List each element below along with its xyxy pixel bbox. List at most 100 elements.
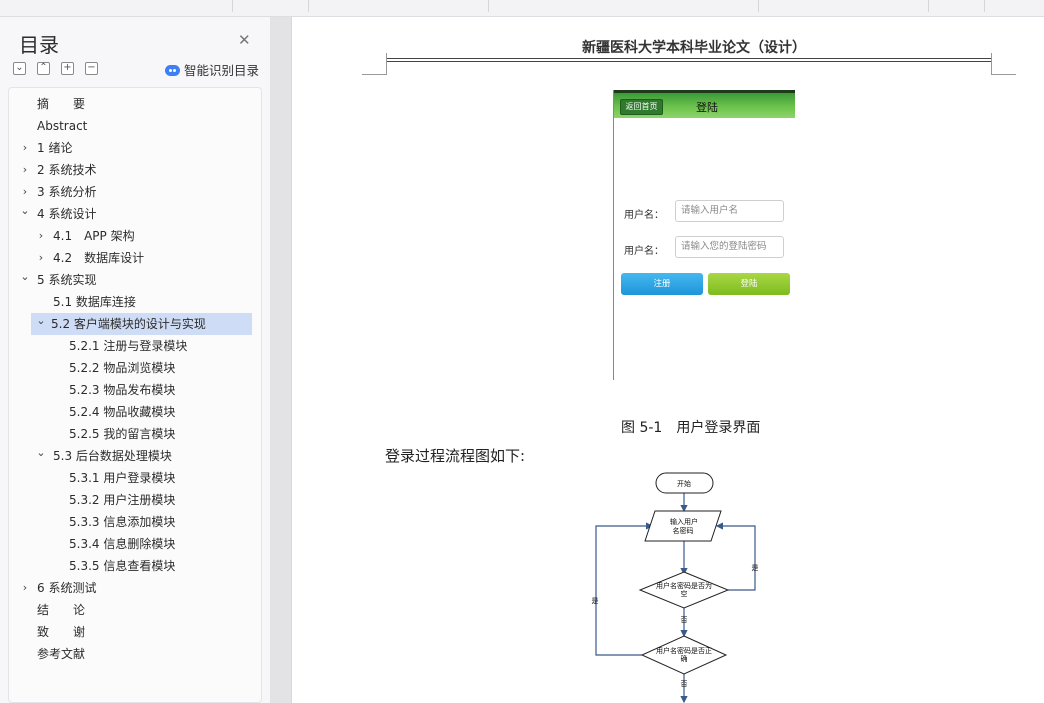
page-corner-mark <box>386 53 387 75</box>
chevron-right-icon[interactable]: › <box>35 247 47 269</box>
toc-item[interactable]: 致 谢 <box>19 621 249 643</box>
chevron-down-icon[interactable]: ⌄ <box>35 442 47 464</box>
page-corner-mark <box>991 53 992 75</box>
toc-item-label: 5.3.3 信息添加模块 <box>69 515 176 529</box>
toc-item-label: 2 系统技术 <box>37 163 97 177</box>
password-label: 用户名： <box>624 246 664 257</box>
toc-item[interactable]: 5.3.5 信息查看模块 <box>51 555 249 577</box>
toc-item-label: 4 系统设计 <box>37 207 97 221</box>
toc-item[interactable]: 5.3.3 信息添加模块 <box>51 511 249 533</box>
toc-item-label: 5.2.4 物品收藏模块 <box>69 405 176 419</box>
username-field: 请输入用户名 <box>675 200 784 222</box>
toc-list: 摘 要 Abstract › 1 绪论 › 2 系统技术 › 3 系统分析 ⌄ 4 系统设计 › 4.… <box>8 87 262 703</box>
flow-input-text: 输入用户 <box>670 517 698 526</box>
toc-item[interactable]: 5.2.3 物品发布模块 <box>51 379 249 401</box>
flow-yes-label: 是 <box>752 564 759 572</box>
chevron-right-icon[interactable]: › <box>19 137 31 159</box>
toc-item[interactable]: › 3 系统分析 <box>19 181 249 203</box>
toc-item[interactable]: 5.3.4 信息删除模块 <box>51 533 249 555</box>
toc-item[interactable]: › 6 系统测试 <box>19 577 249 599</box>
document-area: 新疆医科大学本科毕业论文（设计） 返回首页 登陆 用户名： 请输入用户名 用户名… <box>270 17 1044 703</box>
toc-item[interactable]: 5.1 数据库连接 <box>35 291 249 313</box>
phone-title: 登陆 <box>696 101 718 114</box>
flow-decision-text: 用户名密码是否正 <box>656 646 712 655</box>
toc-item-label: 摘 要 <box>37 97 86 111</box>
toc-item[interactable]: ⌄ 5.2 客户端模块的设计与实现 <box>31 313 252 335</box>
flow-start-text: 开始 <box>677 479 691 488</box>
body-paragraph: 登录过程流程图如下: <box>385 447 526 465</box>
toc-item-label: 4.2 数据库设计 <box>53 251 145 265</box>
password-field: 请输入您的登陆密码 <box>675 236 784 258</box>
toc-title: 目录 <box>19 33 59 57</box>
toc-item[interactable]: › 1 绪论 <box>19 137 249 159</box>
flow-input-node <box>644 510 722 542</box>
flow-no-label: 否 <box>681 616 688 624</box>
toc-item-label: Abstract <box>37 119 88 133</box>
toc-item[interactable]: 5.3.2 用户注册模块 <box>51 489 249 511</box>
flow-no-label: 否 <box>681 680 688 688</box>
toc-item[interactable]: ⌄ 5 系统实现 <box>19 269 249 291</box>
toc-item-label: 5.2.2 物品浏览模块 <box>69 361 176 375</box>
toc-item-label: 5.3.4 信息删除模块 <box>69 537 176 551</box>
toolbar-separator <box>758 0 759 12</box>
login-screenshot-figure: 返回首页 登陆 用户名： 请输入用户名 用户名： 请输入您的登陆密码 注册 登陆 <box>613 90 795 380</box>
plus-icon[interactable]: + <box>61 62 74 75</box>
toc-item[interactable]: › 4.1 APP 架构 <box>35 225 249 247</box>
toc-item-label: 3 系统分析 <box>37 185 97 199</box>
toc-item[interactable]: Abstract <box>19 115 249 137</box>
robot-icon <box>165 65 180 76</box>
chevron-up-icon[interactable]: ⌃ <box>37 62 50 75</box>
chevron-right-icon[interactable]: › <box>35 225 47 247</box>
toc-item-label: 5.3.1 用户登录模块 <box>69 471 176 485</box>
username-label: 用户名： <box>624 210 664 221</box>
chevron-down-icon[interactable]: ⌄ <box>19 200 31 222</box>
page-corner-mark <box>991 74 1016 75</box>
header-rule <box>387 58 991 59</box>
toc-item-label: 参考文献 <box>37 647 86 661</box>
register-button: 注册 <box>621 273 703 295</box>
toc-item[interactable]: 摘 要 <box>19 93 249 115</box>
document-page: 新疆医科大学本科毕业论文（设计） 返回首页 登陆 用户名： 请输入用户名 用户名… <box>291 17 1044 703</box>
toc-item[interactable]: 5.2.4 物品收藏模块 <box>51 401 249 423</box>
toc-item-label: 4.1 APP 架构 <box>53 229 135 243</box>
toc-item[interactable]: 结 论 <box>19 599 249 621</box>
toc-item[interactable]: 5.3.1 用户登录模块 <box>51 467 249 489</box>
flow-decision-text: 空 <box>681 589 688 598</box>
running-header: 新疆医科大学本科毕业论文（设计） <box>582 40 806 56</box>
chevron-right-icon[interactable]: › <box>19 159 31 181</box>
toolbar-separator <box>928 0 929 12</box>
toc-item[interactable]: 5.2.2 物品浏览模块 <box>51 357 249 379</box>
toc-item-label: 5.1 数据库连接 <box>53 295 136 309</box>
minus-icon[interactable]: − <box>85 62 98 75</box>
toc-item[interactable]: 参考文献 <box>19 643 249 665</box>
toc-item[interactable]: ⌄ 4 系统设计 <box>19 203 249 225</box>
toc-item-label: 5.3.5 信息查看模块 <box>69 559 176 573</box>
toc-item-label: 致 谢 <box>37 625 86 639</box>
back-home-button: 返回首页 <box>620 99 663 115</box>
figure-caption: 图 5-1 用户登录界面 <box>621 420 761 436</box>
toc-item[interactable]: 5.2.5 我的留言模块 <box>51 423 249 445</box>
toolbar-separator <box>308 0 309 12</box>
flow-yes-label: 是 <box>592 597 599 605</box>
chevron-down-icon[interactable]: ⌄ <box>19 266 31 288</box>
close-icon[interactable]: ✕ <box>238 31 251 49</box>
toolbar-separator <box>488 0 489 12</box>
toc-item-label: 5.2.1 注册与登录模块 <box>69 339 188 353</box>
flow-input-text: 名密码 <box>673 526 694 535</box>
toc-item[interactable]: 5.2.1 注册与登录模块 <box>51 335 249 357</box>
smart-toc-label: 智能识别目录 <box>184 63 260 78</box>
toc-panel: 目录 ✕ ⌄ ⌃ + − 智能识别目录 摘 要 Abstract › 1 绪论 › 2 系… <box>0 17 270 703</box>
toc-item[interactable]: › 2 系统技术 <box>19 159 249 181</box>
login-flowchart: 开始 输入用户 名密码 用户名密码是否为 空 用户名密码是否正 确 是 是 否 … <box>592 472 759 703</box>
toc-item-label: 6 系统测试 <box>37 581 97 595</box>
flow-arrow <box>715 522 756 591</box>
toc-item-label: 5.3.2 用户注册模块 <box>69 493 176 507</box>
collapse-all-icon[interactable]: ⌄ <box>13 62 26 75</box>
toc-item[interactable]: ⌄ 5.3 后台数据处理模块 <box>35 445 249 467</box>
toolbar-strip <box>0 0 1044 17</box>
chevron-down-icon[interactable]: ⌄ <box>35 310 47 332</box>
chevron-right-icon[interactable]: › <box>19 577 31 599</box>
toc-item[interactable]: › 4.2 数据库设计 <box>35 247 249 269</box>
smart-toc-button[interactable]: 智能识别目录 <box>165 60 259 79</box>
toc-item-label: 5 系统实现 <box>37 273 97 287</box>
